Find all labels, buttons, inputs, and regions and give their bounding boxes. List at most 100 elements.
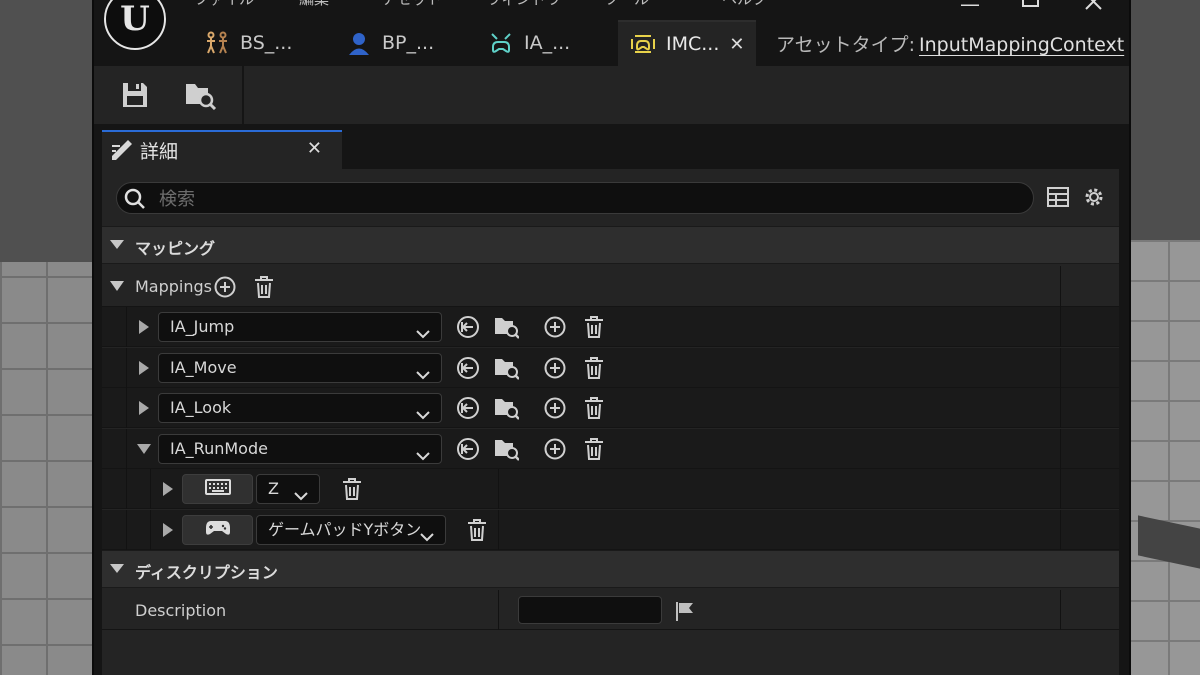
add-key-icon[interactable]: [542, 436, 568, 462]
use-selected-asset-icon[interactable]: [455, 314, 481, 340]
minimize-icon[interactable]: —: [960, 0, 980, 16]
key-selector-button[interactable]: [182, 514, 253, 545]
key-dropdown[interactable]: Z: [256, 474, 320, 504]
collapse-arrow-icon: [110, 240, 124, 249]
delete-mapping-icon[interactable]: [581, 314, 607, 340]
toolbar-separator: [242, 66, 244, 124]
add-key-icon[interactable]: [542, 314, 568, 340]
description-property-row: Description: [102, 590, 1119, 630]
chevron-down-icon: [415, 443, 431, 463]
key-mapping-row: ゲームパッドYボタン: [102, 509, 1119, 550]
viewport-background-right: [1128, 0, 1200, 675]
browse-asset-icon[interactable]: [493, 355, 519, 381]
category-description[interactable]: ディスクリプション: [102, 550, 1119, 588]
menu-window[interactable]: ウィンドウ: [486, 0, 561, 9]
delete-key-icon[interactable]: [339, 476, 365, 502]
expand-arrow-icon[interactable]: [139, 320, 149, 334]
chevron-down-icon: [293, 483, 309, 503]
input-action-dropdown[interactable]: IA_Jump: [158, 312, 442, 342]
panel-tab-strip: 詳細 ✕: [94, 124, 1129, 169]
menu-file[interactable]: ファイル: [194, 0, 254, 9]
input-action-dropdown[interactable]: IA_RunMode: [158, 433, 442, 464]
expand-arrow-icon[interactable]: [163, 482, 173, 496]
key-dropdown[interactable]: ゲームパッドYボタン: [256, 514, 446, 545]
chevron-down-icon: [415, 321, 431, 341]
browse-asset-icon[interactable]: [493, 436, 519, 462]
category-label: マッピング: [135, 239, 216, 258]
expand-arrow-icon[interactable]: [139, 360, 149, 375]
localization-flag-icon[interactable]: [674, 600, 696, 626]
menu-asset[interactable]: アセット: [382, 0, 442, 9]
gear-icon[interactable]: [1083, 186, 1105, 212]
use-selected-asset-icon[interactable]: [455, 436, 481, 462]
tab-blueprint[interactable]: BP_...: [334, 20, 472, 66]
tab-label: BP_...: [382, 32, 435, 54]
input-action-icon: [488, 30, 514, 56]
toolbar: [94, 66, 1129, 124]
title-bar: U ファイル 編集 アセット ウィンドウ ツール ヘルプ — BS_... BP…: [94, 0, 1129, 66]
browse-asset-icon[interactable]: [493, 395, 519, 421]
key-value: Z: [268, 479, 279, 498]
collapse-arrow-icon: [110, 564, 124, 573]
tab-label: BS_...: [240, 32, 293, 54]
delete-key-icon[interactable]: [464, 517, 490, 543]
details-panel: マッピング Mappings IA_Jump IA_Move IA_Look IA_R…: [102, 169, 1119, 675]
window-close-icon[interactable]: [1084, 0, 1104, 17]
blendspace-icon: [204, 30, 230, 56]
tab-close-icon[interactable]: ✕: [729, 34, 744, 55]
chevron-down-icon: [415, 402, 431, 422]
input-action-value: IA_Look: [170, 398, 232, 417]
delete-all-mappings-icon[interactable]: [251, 274, 277, 300]
keyboard-icon: [204, 479, 231, 499]
expand-arrow-icon[interactable]: [139, 401, 149, 415]
tab-input-action[interactable]: IA_...: [476, 20, 614, 66]
category-mapping[interactable]: マッピング: [102, 226, 1119, 264]
input-action-value: IA_RunMode: [170, 438, 268, 458]
input-action-dropdown[interactable]: IA_Move: [158, 352, 442, 383]
collapse-arrow-icon[interactable]: [137, 443, 151, 454]
description-label: Description: [135, 601, 227, 620]
blueprint-character-icon: [346, 30, 372, 56]
search-box: [116, 182, 1034, 214]
asset-type-link[interactable]: InputMappingContext: [919, 34, 1124, 56]
input-mapping-context-icon: [630, 31, 656, 57]
mappings-property-row: Mappings: [102, 266, 1119, 307]
tab-label: IA_...: [524, 32, 571, 54]
expand-arrow-icon[interactable]: [163, 522, 173, 537]
input-action-value: IA_Move: [170, 357, 237, 377]
table-view-icon[interactable]: [1047, 186, 1069, 212]
details-edit-icon: [110, 138, 134, 164]
key-selector-button[interactable]: [182, 474, 253, 504]
menu-help[interactable]: ヘルプ: [722, 0, 767, 9]
delete-mapping-icon[interactable]: [581, 436, 607, 462]
tab-label: IMC...: [666, 33, 720, 55]
save-icon[interactable]: [118, 78, 152, 112]
use-selected-asset-icon[interactable]: [455, 395, 481, 421]
menu-edit[interactable]: 編集: [299, 0, 329, 9]
maximize-icon[interactable]: [1022, 0, 1040, 15]
collapse-arrow-icon[interactable]: [110, 281, 124, 291]
key-mapping-row: Z: [102, 469, 1119, 509]
key-value: ゲームパッドYボタン: [268, 519, 422, 539]
browse-asset-icon[interactable]: [184, 78, 218, 112]
close-icon[interactable]: ✕: [307, 138, 322, 159]
asset-type-info: アセットタイプ: InputMappingContext: [776, 30, 1124, 57]
tab-details[interactable]: 詳細 ✕: [102, 130, 342, 169]
browse-asset-icon[interactable]: [493, 314, 519, 340]
search-input[interactable]: [157, 186, 1021, 212]
menu-tools[interactable]: ツール: [604, 0, 649, 9]
tab-input-mapping-context[interactable]: IMC... ✕: [618, 20, 756, 66]
add-key-icon[interactable]: [542, 395, 568, 421]
asset-type-label: アセットタイプ:: [776, 34, 916, 56]
delete-mapping-icon[interactable]: [581, 395, 607, 421]
use-selected-asset-icon[interactable]: [455, 355, 481, 381]
delete-mapping-icon[interactable]: [581, 355, 607, 381]
add-key-icon[interactable]: [542, 355, 568, 381]
tab-blendspace[interactable]: BS_...: [192, 20, 330, 66]
search-icon: [123, 187, 147, 215]
description-field[interactable]: [518, 596, 662, 624]
input-action-dropdown[interactable]: IA_Look: [158, 393, 442, 423]
chevron-down-icon: [419, 524, 435, 544]
add-mapping-icon[interactable]: [212, 274, 238, 300]
asset-editor-window: U ファイル 編集 アセット ウィンドウ ツール ヘルプ — BS_... BP…: [92, 0, 1131, 675]
